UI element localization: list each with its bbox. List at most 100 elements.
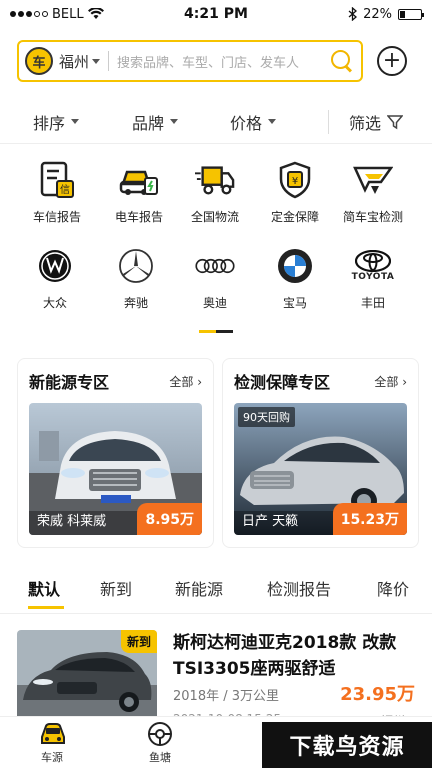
brand-label: 奔驰 [123,296,148,310]
bmw-logo [275,246,315,286]
zone-car-photo[interactable]: 90天回购 日产 天籁 15.23万 [234,403,407,535]
caret-down-icon [92,58,101,64]
brand-audi[interactable]: 奥迪 [172,246,258,311]
tab-new-arrival[interactable]: 新到 [100,576,132,600]
divider [108,51,110,71]
search-header: 车 福州 搜索品牌、车型、门店、发车人 + [17,40,415,82]
battery-icon [398,8,424,20]
zone-header: 检测保障专区 全部 › [234,369,407,393]
filter-label: 品牌 [132,113,165,133]
city-selector[interactable]: 福州 [59,51,101,72]
brand-label: 奥迪 [202,296,227,310]
inspection-icon [353,160,393,200]
listing-tabs: 默认 新到 新能源 检测报告 降价 [0,570,432,614]
price-tag: 15.23万 [332,503,407,535]
caret-down-icon [268,119,277,124]
service-label: 定金保障 [270,210,319,224]
zone-card-new-energy[interactable]: 新能源专区 全部 › 荣威 科莱威 8.95万 [17,358,214,548]
listing-title[interactable]: 斯柯达柯迪亚克2018款 改款TSI3305座两驱舒适 [173,630,415,682]
filter-price[interactable]: 价格 [230,110,277,134]
filter-sort[interactable]: 排序 [33,110,80,134]
listing-photo[interactable]: 新到 [17,630,157,720]
tab-inspection-report[interactable]: 检测报告 [267,576,331,600]
brands-row: 大众 奔驰 奥迪 宝马 TOYOTA 丰田 [0,246,432,332]
zone-card-inspected[interactable]: 检测保障专区 全部 › 90天回购 日产 天籁 15.23万 [222,358,419,548]
zone-all-label: 全部 [374,374,399,389]
electric-car-icon [119,160,159,200]
service-logistics[interactable]: 全国物流 [172,160,258,225]
service-label: 全国物流 [190,210,239,224]
tab-price-drop[interactable]: 降价 [377,576,409,600]
battery-percent: 22% [363,6,392,22]
add-button[interactable]: + [377,46,407,76]
filter-label: 排序 [33,113,66,133]
search-icon[interactable] [329,48,355,74]
nav-car-source[interactable]: 车源 [12,721,92,765]
zone-header: 新能源专区 全部 › [29,369,202,393]
service-label: 简车宝检测 [342,210,403,224]
zone-title: 新能源专区 [29,373,110,392]
page-dot [216,330,233,333]
service-ev-report[interactable]: 电车报告 [96,160,182,225]
shield-icon: ¥ [275,160,315,200]
new-arrival-badge: 新到 [120,630,157,653]
listing-price: 23.95万 [340,684,415,705]
service-inspection[interactable]: 简车宝检测 [330,160,416,225]
filter-label: 筛选 [349,113,382,133]
service-label: 车信报告 [32,210,81,224]
zone-car-photo[interactable]: 荣威 科莱威 8.95万 [29,403,202,535]
brand-bmw[interactable]: 宝马 [252,246,338,311]
search-input[interactable]: 搜索品牌、车型、门店、发车人 [117,52,329,71]
filter-bar: 排序 品牌 价格 筛选 [0,100,432,144]
app-logo-icon[interactable]: 车 [25,47,53,75]
zone-title: 检测保障专区 [234,373,331,392]
city-name: 福州 [59,52,90,71]
price-tag: 8.95万 [137,503,202,535]
car-listing-item[interactable]: 新到 斯柯达柯迪亚克2018款 改款TSI3305座两驱舒适 2018年 / 3… [17,630,415,728]
report-icon: 信 [37,160,77,200]
zone-all-label: 全部 [169,374,194,389]
svg-text:¥: ¥ [292,176,298,187]
bluetooth-icon [348,7,358,21]
caret-down-icon [71,119,80,124]
filter-more[interactable]: 筛选 [349,110,404,134]
vw-logo [35,246,75,286]
nav-label: 车源 [41,751,63,764]
toyota-wordmark: TOYOTA [351,272,395,282]
tab-default[interactable]: 默认 [28,576,60,600]
brand-vw[interactable]: 大众 [12,246,98,311]
brand-label: 大众 [42,296,67,310]
mercedes-logo [116,246,156,286]
page-indicator [199,330,233,333]
car-name: 日产 天籁 [242,514,299,529]
brand-label: 宝马 [282,296,307,310]
tab-new-energy[interactable]: 新能源 [175,576,223,600]
audi-logo [195,246,235,286]
filter-brand[interactable]: 品牌 [132,110,179,134]
filter-label: 价格 [230,113,263,133]
divider [328,110,329,134]
caret-down-icon [170,119,179,124]
nav-label: 鱼塘 [149,751,171,764]
status-bar: BELL 4:21 PM 22% [0,0,432,28]
status-right: 22% [348,6,424,22]
svg-text:信: 信 [60,184,70,196]
tab-active-indicator [28,606,64,609]
funnel-icon [387,114,404,129]
zone-all-link[interactable]: 全部 › [374,373,407,390]
pond-icon [147,721,173,747]
service-deposit[interactable]: ¥ 定金保障 [252,160,338,225]
search-bar[interactable]: 车 福州 搜索品牌、车型、门店、发车人 [17,40,363,82]
nav-pond[interactable]: 鱼塘 [120,721,200,765]
service-label: 电车报告 [114,210,163,224]
listing-meta: 2018年 / 3万公里 [173,689,279,704]
truck-icon [195,160,235,200]
services-row: 信 车信报告 电车报告 全国物流 ¥ 定金保障 简车宝检测 [0,160,432,246]
page-dot-active [199,330,216,333]
watermark: 下载鸟资源 [262,722,432,768]
service-car-report[interactable]: 信 车信报告 [14,160,100,225]
brand-mercedes[interactable]: 奔驰 [93,246,179,311]
zone-all-link[interactable]: 全部 › [169,373,202,390]
brand-label: 丰田 [360,296,385,310]
brand-toyota[interactable]: TOYOTA 丰田 [330,246,416,311]
